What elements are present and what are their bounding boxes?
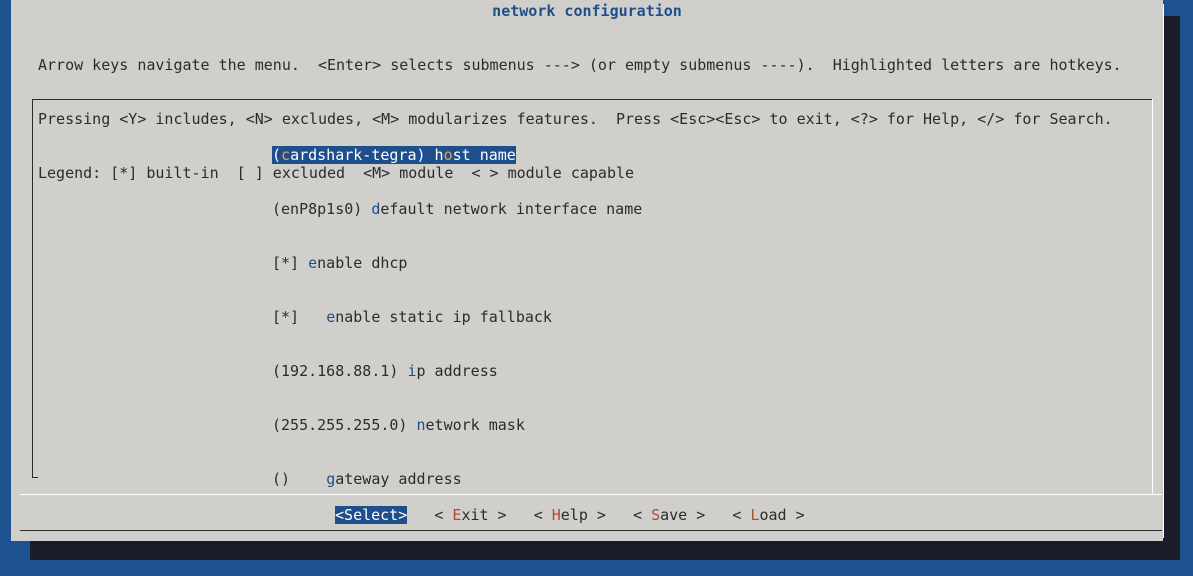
load-button[interactable]: < Load > [732,506,804,524]
select-button[interactable]: <Select> [335,506,408,524]
menu-item-default-interface[interactable]: (enP8p1s0) default network interface nam… [272,200,642,218]
button-bracket: > [398,506,408,524]
button-bracket: > [687,506,706,524]
exit-button[interactable]: < Exit > [434,506,506,524]
menu-list: (cardshark-tegra) host name (enP8p1s0) d… [272,110,642,524]
button-bracket: < [732,506,751,524]
menu-item-prefix: [*] [272,254,309,272]
menu-item-ip-address[interactable]: (192.168.88.1) ip address [272,362,642,380]
menu-item-hotkey: g [326,470,336,488]
menu-item-label: ardshark-tegra) h [290,146,444,164]
save-button[interactable]: < Save > [633,506,705,524]
button-bracket: < [434,506,453,524]
menu-item-network-mask[interactable]: (255.255.255.0) network mask [272,416,642,434]
menu-item-label: nable static ip fallback [335,308,552,326]
help-button[interactable]: < Help > [534,506,606,524]
menu-item-label: ateway address [335,470,462,488]
button-separator [20,494,1162,495]
button-bracket: > [587,506,606,524]
menu-item-prefix: (255.255.255.0) [272,416,417,434]
menu-item-label: nable dhcp [317,254,408,272]
button-bracket: < [533,506,552,524]
menu-item-hotkey: e [326,308,336,326]
menu-item-label: p address [416,362,498,380]
button-label: oad [759,506,787,524]
button-bracket: < [335,506,345,524]
menu-item-hotkey: e [308,254,318,272]
menu-item-gateway-address[interactable]: () gateway address [272,470,642,488]
menu-item-hotkey: i [407,362,417,380]
dialog-edge [1163,4,1164,538]
dialog-title: network configuration [492,2,682,20]
menu-item-static-ip-fallback[interactable]: [*] enable static ip fallback [272,308,642,326]
button-hotkey: S [344,506,354,524]
button-label: elect [353,506,399,524]
menu-item-prefix: (192.168.88.1) [272,362,408,380]
button-label: elp [560,506,588,524]
help-line-1: Arrow keys navigate the menu. <Enter> se… [38,56,1122,74]
menu-item-label: etwork mask [425,416,525,434]
button-hotkey: S [651,506,661,524]
menu-item-prefix: [*] [272,308,327,326]
menu-item-hotkey: n [416,416,426,434]
menu-border-left [32,99,33,478]
menu-item-label: st name [452,146,516,164]
menu-item-prefix: ( [272,146,282,164]
button-label: ave [660,506,688,524]
menu-border-top [32,99,1153,100]
button-hotkey: H [551,506,561,524]
menu-item-host-name[interactable]: (cardshark-tegra) host name [272,146,642,164]
menu-item-enable-dhcp[interactable]: [*] enable dhcp [272,254,642,272]
button-bracket: > [786,506,805,524]
button-bracket: < [633,506,652,524]
dialog-bottom-edge [20,530,1162,531]
menuconfig-dialog: network configuration Arrow keys navigat… [11,0,1164,541]
button-label: xit [461,506,489,524]
menu-item-hotkey: o [443,146,453,164]
button-bar: <Select> < Exit > < Help > < Save > < Lo… [335,506,805,524]
menu-item-prefix: () [272,470,327,488]
menu-item-prefix: (enP8p1s0) [272,200,372,218]
menu-border-bottom [32,477,38,478]
menu-border-right [1152,99,1153,494]
button-bracket: > [488,506,507,524]
menu-item-hotkey: c [281,146,291,164]
menu-item-label: efault network interface name [380,200,643,218]
